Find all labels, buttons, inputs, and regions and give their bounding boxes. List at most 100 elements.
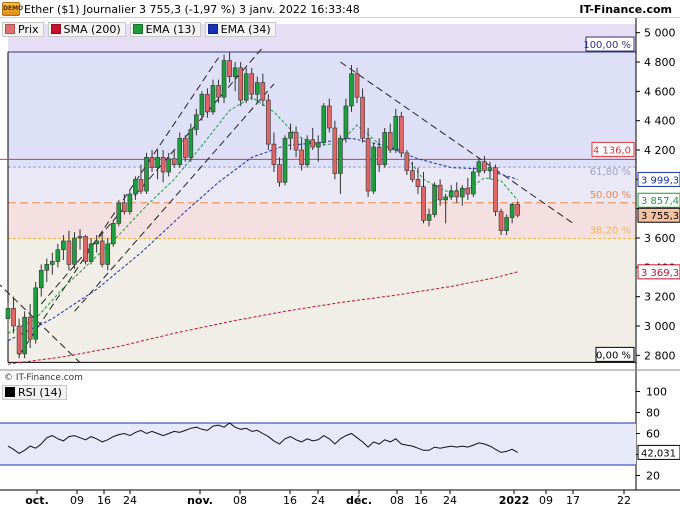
candle xyxy=(144,157,149,192)
x-axis-label: 24 xyxy=(311,494,325,507)
x-axis-label: 09 xyxy=(539,494,553,507)
y-axis-label: 3 200 xyxy=(644,291,676,304)
legend-label: RSI (14) xyxy=(18,385,62,399)
candle xyxy=(11,308,16,327)
candle xyxy=(138,179,144,192)
x-axis-label: 08 xyxy=(390,494,404,507)
legend-item-rsi[interactable]: RSI (14) xyxy=(2,384,67,400)
rsi-band xyxy=(0,423,636,465)
candle xyxy=(327,105,332,129)
candle xyxy=(365,137,371,192)
x-axis-label: 09 xyxy=(70,494,84,507)
candle xyxy=(376,146,382,165)
y-axis-label: 3 000 xyxy=(644,320,676,333)
rsi-axis-label: 60 xyxy=(646,428,660,441)
price-chart[interactable]: 5 0004 8004 6004 4004 2004 0003 8003 600… xyxy=(0,0,680,510)
candle xyxy=(487,167,493,171)
candle xyxy=(182,137,188,158)
candle xyxy=(315,142,321,148)
candle xyxy=(310,139,316,148)
x-axis-label: 22 xyxy=(617,494,631,507)
candle xyxy=(205,93,210,113)
candle xyxy=(493,167,498,212)
candle xyxy=(432,184,437,215)
candle xyxy=(16,325,22,355)
candle xyxy=(122,202,127,212)
x-axis-label: nov. xyxy=(187,494,213,507)
candle xyxy=(299,149,304,165)
candle xyxy=(399,115,404,154)
y-axis-label: 3 600 xyxy=(644,232,676,245)
candle xyxy=(38,269,44,289)
candle xyxy=(61,240,66,251)
legend-swatch xyxy=(5,24,15,34)
candle xyxy=(77,236,83,239)
candle xyxy=(72,237,77,265)
candle xyxy=(188,129,194,158)
candle xyxy=(338,137,343,174)
rsi-axis-label: 80 xyxy=(646,407,660,420)
fib-label-382: 38,20 % xyxy=(590,225,631,236)
price-tag: 3 857,4 xyxy=(641,196,679,207)
candle xyxy=(404,152,410,171)
candle xyxy=(260,82,266,101)
candle xyxy=(371,146,376,192)
legend-item-sma200[interactable]: SMA (200) xyxy=(47,21,126,37)
legend-item-ema34[interactable]: EMA (34) xyxy=(204,21,276,37)
legend-item-prix[interactable]: Prix xyxy=(2,21,44,37)
candle xyxy=(482,161,487,171)
price-tag: 3 369,3 xyxy=(641,268,679,279)
candle xyxy=(443,196,448,201)
candle xyxy=(149,157,155,168)
candle xyxy=(210,85,216,113)
candle xyxy=(94,240,99,245)
candle xyxy=(33,287,39,340)
y-axis-label: 4 400 xyxy=(644,115,676,128)
x-axis-label: 16 xyxy=(97,494,111,507)
candle xyxy=(415,179,421,187)
rsi-axis-label: 100 xyxy=(646,386,667,399)
candle xyxy=(343,105,349,139)
y-axis-label: 4 600 xyxy=(644,85,676,98)
candle xyxy=(216,85,221,98)
candle xyxy=(426,214,432,221)
fib-label-618: 61,80 % xyxy=(590,167,631,178)
fib-zone-618-50 xyxy=(8,167,636,203)
y-axis-label: 4 800 xyxy=(644,56,676,69)
candle xyxy=(88,243,94,262)
candle xyxy=(459,187,465,198)
x-axis-label: 16 xyxy=(414,494,428,507)
rsi-legend: RSI (14) xyxy=(2,383,67,401)
legend-swatch xyxy=(207,24,218,34)
candle xyxy=(238,67,243,101)
candle xyxy=(66,240,72,265)
candle xyxy=(448,190,454,198)
legend-label: SMA (200) xyxy=(63,22,121,36)
legend-label: EMA (34) xyxy=(220,22,271,36)
legend-swatch xyxy=(5,387,15,397)
fib-label-0: 0,00 % xyxy=(596,350,631,361)
x-axis-label: 2022 xyxy=(499,494,530,507)
candle xyxy=(44,264,50,271)
candle xyxy=(177,137,183,165)
candle xyxy=(504,217,509,231)
candle xyxy=(360,96,365,139)
fib-label-100: 100,00 % xyxy=(583,40,631,51)
candle xyxy=(321,105,327,143)
candle xyxy=(332,127,338,174)
candle xyxy=(382,132,388,165)
candle xyxy=(304,139,310,165)
fib-label-50: 50,00 % xyxy=(590,190,631,201)
candle xyxy=(232,67,238,77)
candle xyxy=(271,143,277,165)
legend-label: EMA (13) xyxy=(145,22,196,36)
candle xyxy=(421,186,426,221)
legend-item-ema13[interactable]: EMA (13) xyxy=(129,21,201,37)
x-axis-label: 17 xyxy=(566,494,580,507)
price-tag: 3 999,3 xyxy=(641,175,679,186)
y-axis-label: 2 800 xyxy=(644,349,676,362)
candle xyxy=(199,93,205,116)
candle xyxy=(194,114,199,130)
candle xyxy=(133,179,138,195)
candle xyxy=(116,202,122,224)
